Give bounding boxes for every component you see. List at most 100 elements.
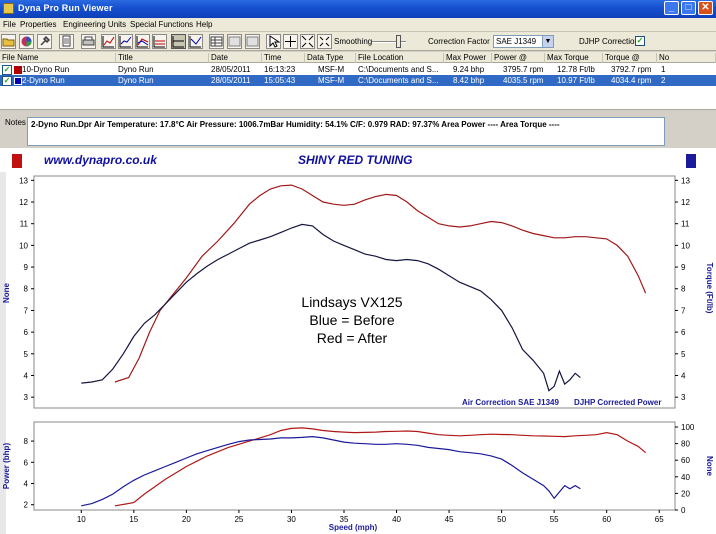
color-wheel-icon [21, 36, 32, 47]
cell-type: MSF-M [318, 65, 345, 74]
crosshair-button[interactable] [283, 34, 298, 49]
grid-icon [246, 36, 259, 47]
col-power-at[interactable]: Power @ [492, 53, 545, 63]
view-button-2[interactable] [227, 34, 242, 49]
row-visible-checkbox[interactable]: ✓ [2, 65, 12, 75]
dyno-chart[interactable]: www.dynapro.co.uk SHINY RED TUNING3 34 45 56… [0, 148, 716, 534]
graph-button-6[interactable] [188, 34, 203, 49]
table-row[interactable]: ✓ 10-Dyno Run Dyno Run 28/05/2011 16:13:… [0, 64, 716, 75]
dual-graph-icon [172, 36, 184, 48]
cell-max-power: 9.24 bhp [453, 65, 485, 74]
y-tick-label-left: 9 [24, 263, 29, 272]
wrench-icon [40, 35, 51, 46]
graph-button-3[interactable] [135, 34, 150, 49]
correction-factor-select[interactable]: SAE J1349 ▼ [493, 35, 554, 48]
title-bar: Dyna Pro Run Viewer _ □ ✕ [0, 0, 716, 18]
chart-annotation-line: Blue = Before [309, 312, 394, 328]
notes-label: Notes [5, 118, 26, 127]
graph-icon [189, 36, 202, 48]
y-tick-label-left: 8 [24, 285, 29, 294]
notes-textbox[interactable]: 2-Dyno Run.Dpr Air Temperature: 17.8°C A… [27, 117, 665, 146]
cell-location: C:\Documents and S... [358, 65, 439, 74]
y-tick-label-left: 7 [24, 306, 29, 315]
expand-icon [301, 35, 314, 48]
col-max-torque[interactable]: Max Torque [545, 53, 603, 63]
zoom-button[interactable] [300, 34, 315, 49]
cell-date: 28/05/2011 [211, 76, 251, 85]
view-button-3[interactable] [245, 34, 260, 49]
chart-annotation-line: Lindsays VX125 [301, 294, 402, 310]
y-tick-label-right: 7 [681, 306, 686, 315]
power-ylabel-left: Power (bhp) [2, 443, 11, 490]
smoothing-label: Smoothing [334, 37, 373, 46]
graph-button-4[interactable] [152, 34, 167, 49]
y-tick-label-right: 8 [681, 285, 686, 294]
minimize-button[interactable]: _ [664, 1, 679, 15]
menu-properties[interactable]: Properties [20, 20, 56, 29]
print-button[interactable] [81, 34, 96, 49]
y-tick-label-right: 9 [681, 263, 686, 272]
y-tick-label-right: 10 [681, 241, 690, 250]
cell-no: 2 [661, 76, 666, 85]
x-tick-label: 50 [497, 515, 506, 524]
row-visible-checkbox[interactable]: ✓ [2, 76, 12, 86]
col-date[interactable]: Date [209, 53, 262, 63]
menu-special-functions[interactable]: Special Functions [130, 20, 193, 29]
table-row[interactable]: ✓ 2-Dyno Run Dyno Run 28/05/2011 15:05:4… [0, 75, 716, 86]
y-tick-label-left: 6 [24, 328, 29, 337]
menu-file[interactable]: File [3, 20, 16, 29]
x-tick-label: 45 [445, 515, 454, 524]
djhp-correction-checkbox[interactable]: ✓ [635, 36, 645, 46]
graph-button-2[interactable] [118, 34, 133, 49]
y-tick-label-right: 60 [681, 456, 690, 465]
x-tick-label: 10 [77, 515, 86, 524]
col-max-power[interactable]: Max Power [444, 53, 492, 63]
col-file-location[interactable]: File Location [356, 53, 444, 63]
smoothing-slider-thumb[interactable] [396, 35, 401, 48]
col-time[interactable]: Time [262, 53, 305, 63]
menu-engineering-units[interactable]: Engineering Units [63, 20, 126, 29]
col-data-type[interactable]: Data Type [305, 53, 356, 63]
menu-help[interactable]: Help [196, 20, 212, 29]
pointer-button[interactable] [266, 34, 281, 49]
zoom-out-button[interactable] [317, 34, 332, 49]
x-tick-label: 15 [129, 515, 138, 524]
cell-file: 10-Dyno Run [22, 65, 70, 74]
color-wheel-button[interactable] [19, 34, 34, 49]
crosshair-icon [285, 36, 296, 47]
djhp-correction-label: DJHP Correction [579, 37, 639, 46]
toolbar: Smoothing Correction Factor DJHP Correct… [0, 32, 716, 51]
y-tick-label-right: 13 [681, 176, 690, 185]
y-tick-label-right: 100 [681, 423, 695, 432]
col-title[interactable]: Title [116, 53, 209, 63]
col-file-name[interactable]: File Name [0, 53, 116, 63]
grid-icon [228, 36, 241, 47]
y-tick-label-left: 2 [24, 501, 29, 510]
col-torque-at[interactable]: Torque @ [603, 53, 657, 63]
open-folder-button[interactable] [1, 34, 16, 49]
cell-time: 16:13:23 [264, 65, 296, 74]
header-brand: SHINY RED TUNING [298, 153, 412, 167]
cell-time: 15:05:43 [264, 76, 296, 85]
chart-annotation-line: Red = After [317, 330, 388, 346]
run-color-swatch [14, 77, 22, 85]
y-tick-label-left: 12 [19, 198, 28, 207]
graph-button-1[interactable] [101, 34, 116, 49]
cell-max-torque: 12.78 Ft/lb [557, 65, 595, 74]
y-tick-label-left: 8 [24, 437, 29, 446]
graph-icon [119, 36, 132, 48]
table-icon [210, 36, 223, 47]
print-preview-button[interactable] [59, 34, 74, 49]
x-tick-label: 30 [287, 515, 296, 524]
y-tick-label-left: 11 [20, 220, 29, 229]
graph-button-5[interactable] [171, 34, 186, 49]
table-view-button[interactable] [209, 34, 224, 49]
printer-icon [82, 36, 95, 46]
torque-plot-frame [33, 175, 676, 409]
torque-ylabel-right: Torque (Ft/lb) [705, 263, 714, 314]
maximize-button[interactable]: □ [681, 1, 696, 15]
tool-button[interactable] [37, 34, 52, 49]
x-tick-label: 20 [182, 515, 191, 524]
col-no[interactable]: No [657, 53, 716, 63]
close-button[interactable]: ✕ [698, 1, 713, 15]
